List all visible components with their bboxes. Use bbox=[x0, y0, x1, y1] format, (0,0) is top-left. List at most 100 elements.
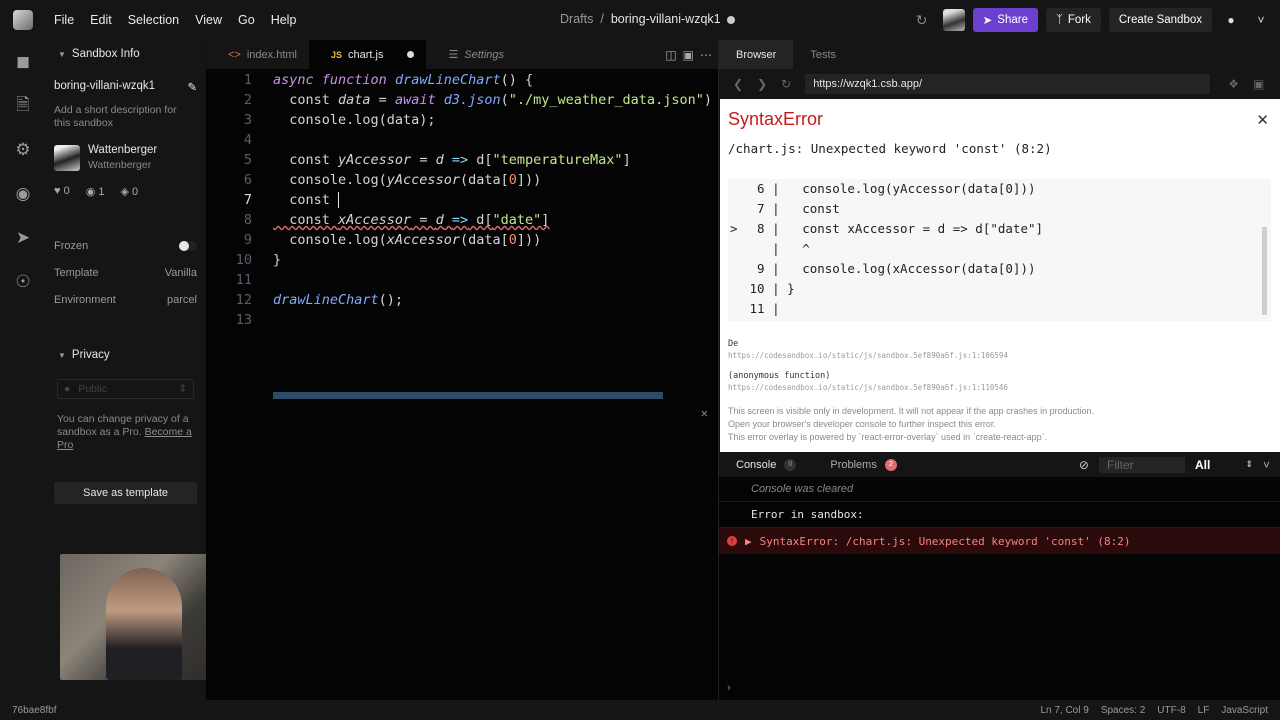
share-button[interactable]: ➤ Share bbox=[972, 8, 1038, 32]
avatar bbox=[54, 144, 80, 171]
tab-problems[interactable]: Problems 2 bbox=[813, 458, 913, 471]
menu-selection[interactable]: Selection bbox=[120, 13, 187, 27]
editor-tabs: <> index.html JS chart.js ☰ Settings ◫ ▣… bbox=[206, 40, 718, 69]
open-external-icon[interactable]: ❖ bbox=[1228, 77, 1239, 91]
author-card[interactable]: Wattenberger Wattenberger bbox=[46, 144, 205, 171]
privacy-header[interactable]: ▼ Privacy bbox=[46, 341, 205, 369]
scrollbar[interactable] bbox=[1262, 227, 1267, 315]
live-users-icon[interactable]: ☉ bbox=[0, 260, 46, 304]
tab-index-html[interactable]: <> index.html bbox=[206, 40, 309, 69]
chevron-down-icon[interactable]: ˅ bbox=[1263, 458, 1270, 472]
config-gear-icon[interactable]: ⚙ bbox=[0, 128, 46, 172]
codesandbox-logo-icon[interactable] bbox=[0, 0, 46, 40]
close-icon[interactable]: ✕ bbox=[701, 406, 708, 420]
url-input[interactable]: https://wzqk1.csb.app/ bbox=[805, 74, 1211, 94]
line-ending[interactable]: LF bbox=[1198, 705, 1210, 716]
problems-count-badge: 2 bbox=[884, 458, 897, 471]
code-line: 2 const data = await d3.json("./my_weath… bbox=[243, 92, 712, 108]
expand-arrow-icon[interactable]: ▶ bbox=[745, 535, 752, 548]
menu-help[interactable]: Help bbox=[263, 13, 305, 27]
frozen-toggle[interactable] bbox=[179, 240, 197, 251]
tab-browser[interactable]: Browser bbox=[719, 40, 794, 69]
menu-go[interactable]: Go bbox=[230, 13, 263, 27]
avatar[interactable] bbox=[942, 9, 965, 31]
error-title: SyntaxError bbox=[728, 109, 824, 129]
deploy-rocket-icon[interactable]: ➤ bbox=[0, 216, 46, 260]
forward-arrow-icon[interactable]: ❯ bbox=[757, 77, 767, 91]
privacy-select[interactable]: ● Public ⇕ bbox=[57, 379, 194, 399]
tab-chart-js[interactable]: JS chart.js bbox=[309, 40, 427, 69]
reload-icon[interactable]: ↻ bbox=[781, 77, 791, 91]
error-icon: ! bbox=[727, 536, 737, 546]
breadcrumb-folder[interactable]: Drafts bbox=[560, 12, 593, 26]
close-icon[interactable]: ✕ bbox=[1256, 111, 1269, 129]
environment-label: Environment bbox=[54, 293, 116, 306]
top-bar: File Edit Selection View Go Help Drafts /… bbox=[0, 0, 1280, 40]
unsaved-dot-icon[interactable] bbox=[407, 51, 415, 58]
github-icon[interactable]: ◉ bbox=[0, 172, 46, 216]
code-line: 10} bbox=[235, 252, 282, 268]
menu-edit[interactable]: Edit bbox=[82, 13, 120, 27]
horizontal-scrollbar[interactable] bbox=[273, 392, 663, 399]
stack-frame-url[interactable]: https://codesandbox.io/static/js/sandbox… bbox=[728, 350, 1008, 361]
footer-note: This screen is visible only in developme… bbox=[728, 406, 1095, 416]
text-cursor bbox=[338, 192, 340, 208]
code-line: 5 const yAccessor = d => d["temperatureM… bbox=[243, 152, 631, 168]
template-value[interactable]: Vanilla bbox=[165, 267, 197, 279]
privacy-icon bbox=[726, 15, 735, 24]
sandbox-info-header[interactable]: ▼ Sandbox Info bbox=[46, 40, 205, 68]
refresh-icon[interactable]: ↻ bbox=[909, 12, 935, 29]
breadcrumb-sandbox-name[interactable]: boring-villani-wzqk1 bbox=[611, 12, 721, 26]
edit-pencil-icon[interactable]: ✎ bbox=[187, 80, 197, 94]
split-view-icon[interactable]: ◫ bbox=[665, 48, 676, 62]
template-label: Template bbox=[54, 266, 99, 279]
encoding[interactable]: UTF-8 bbox=[1157, 705, 1185, 716]
fork-button[interactable]: ᛉ Fork bbox=[1045, 8, 1101, 32]
more-options-icon[interactable]: ⋯ bbox=[700, 48, 712, 62]
code-area[interactable]: 1 async function drawLineChart() { 2 cons… bbox=[206, 69, 718, 700]
sandbox-info-icon[interactable]: ◼ bbox=[0, 40, 46, 84]
save-as-template-button[interactable]: Save as template bbox=[54, 482, 197, 504]
fork-label: Fork bbox=[1067, 14, 1091, 26]
file-explorer-icon[interactable]: 🗎 bbox=[0, 84, 46, 128]
fork-icon: ᛉ bbox=[1055, 14, 1063, 26]
privacy-value: Public bbox=[78, 383, 107, 395]
chevron-updown-icon: ⇕ bbox=[1245, 459, 1253, 469]
menu-view[interactable]: View bbox=[187, 13, 230, 27]
tab-settings[interactable]: ☰ Settings bbox=[426, 40, 516, 69]
create-sandbox-button[interactable]: Create Sandbox bbox=[1108, 8, 1212, 32]
breadcrumb-separator: / bbox=[600, 12, 604, 26]
tab-tests[interactable]: Tests bbox=[793, 40, 853, 69]
back-arrow-icon[interactable]: ❮ bbox=[733, 77, 743, 91]
tab-label: chart.js bbox=[348, 48, 384, 61]
privacy-note: You can change privacy of a sandbox as a… bbox=[46, 413, 205, 452]
create-sandbox-label: Create Sandbox bbox=[1118, 14, 1202, 26]
html-file-icon: <> bbox=[228, 48, 241, 61]
stack-frame-url[interactable]: https://codesandbox.io/static/js/sandbox… bbox=[728, 382, 1008, 393]
forks-stat: ◈ 0 bbox=[121, 185, 139, 198]
footer-note: This error overlay is powered by `react-… bbox=[728, 432, 1048, 442]
console-error-row[interactable]: ! ▶ SyntaxError: /chart.js: Unexpected k… bbox=[719, 528, 1280, 554]
preview-icon[interactable]: ▣ bbox=[683, 48, 694, 62]
views-stat: ◉ 1 bbox=[86, 185, 105, 198]
likes-stat: ♥ 0 bbox=[54, 185, 70, 198]
language-mode[interactable]: JavaScript bbox=[1221, 705, 1268, 716]
chevron-down-icon[interactable]: ˅ bbox=[1250, 13, 1272, 27]
tab-console[interactable]: Console 0 bbox=[719, 458, 813, 471]
stack-trace: De https://codesandbox.io/static/js/sand… bbox=[728, 339, 1008, 393]
log-level-select[interactable]: All ⇕ bbox=[1195, 457, 1253, 473]
environment-row: Environment parcel bbox=[46, 286, 205, 313]
new-window-icon[interactable]: ▣ bbox=[1253, 77, 1264, 91]
clear-console-icon[interactable]: ⊘ bbox=[1079, 458, 1089, 472]
commit-hash: 76bae8fbf bbox=[12, 704, 57, 716]
footer-note: Open your browser's developer console to… bbox=[728, 419, 996, 429]
notifications-bell-icon[interactable]: ● bbox=[1220, 13, 1242, 27]
cursor-position[interactable]: Ln 7, Col 9 bbox=[1040, 705, 1088, 716]
indentation[interactable]: Spaces: 2 bbox=[1101, 705, 1145, 716]
description-placeholder[interactable]: Add a short description for this sandbox bbox=[46, 104, 198, 130]
menu-file[interactable]: File bbox=[46, 13, 82, 27]
filter-input[interactable]: Filter bbox=[1098, 456, 1185, 473]
template-row: Template Vanilla bbox=[46, 259, 205, 286]
frozen-label: Frozen bbox=[54, 239, 89, 252]
console-prompt-icon[interactable]: › bbox=[727, 682, 731, 694]
